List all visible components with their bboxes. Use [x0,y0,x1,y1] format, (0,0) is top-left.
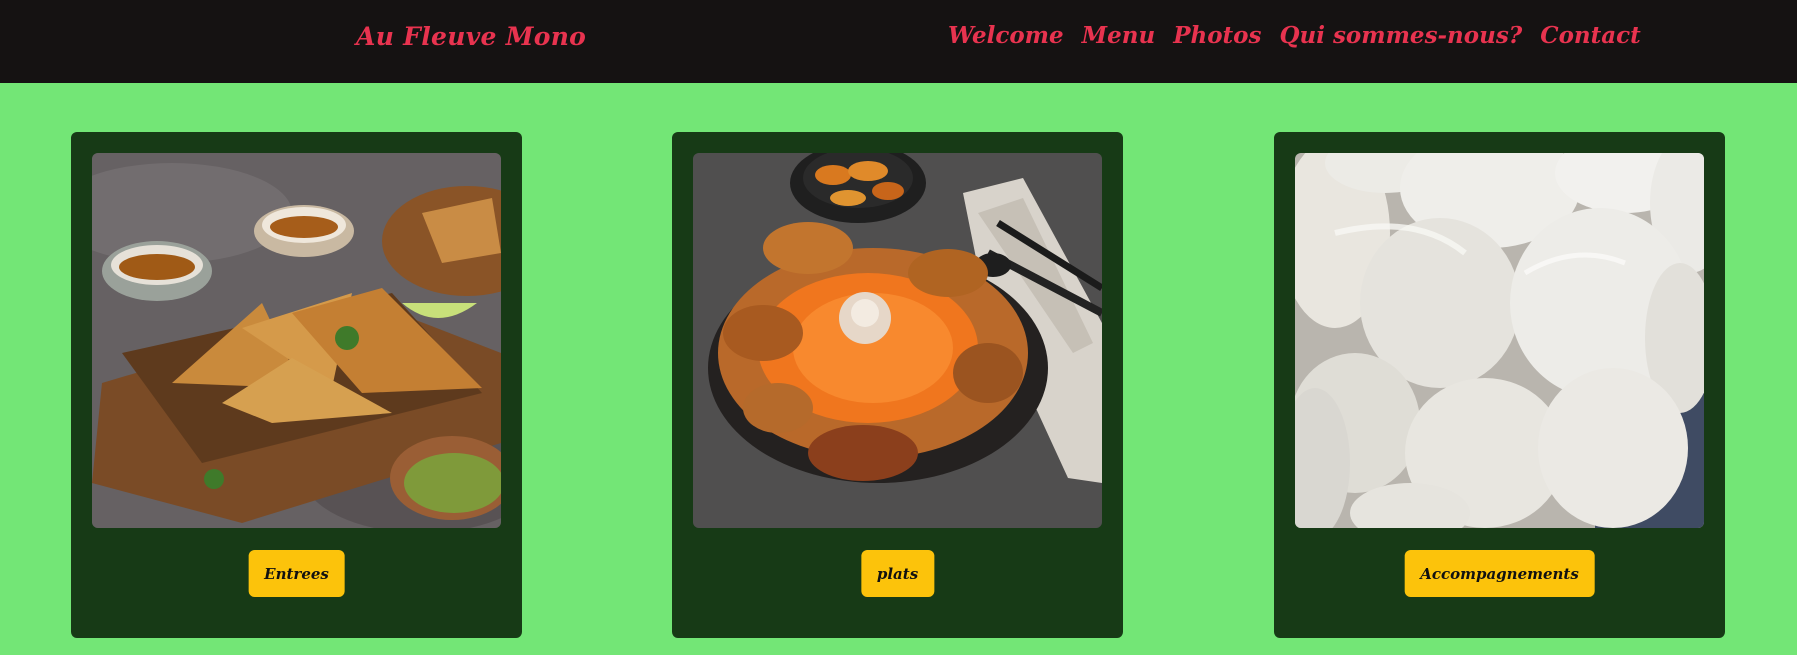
fufu-balls-photo [1295,153,1704,528]
brand-logo-link[interactable]: Au Fleuve Mono [356,22,586,51]
entrees-button[interactable]: Entrees [248,550,345,597]
top-navbar: Au Fleuve Mono Welcome Menu Photos Qui s… [0,0,1797,83]
main-nav: Welcome Menu Photos Qui sommes-nous? Con… [948,22,1641,49]
samosas-photo [92,153,501,528]
nav-contact[interactable]: Contact [1540,22,1641,49]
nav-menu[interactable]: Menu [1082,22,1156,49]
nav-photos[interactable]: Photos [1173,22,1261,49]
card-plats: plats [672,132,1123,638]
plats-button[interactable]: plats [860,550,935,597]
card-entrees: Entrees [71,132,522,638]
nav-welcome[interactable]: Welcome [948,22,1064,49]
nav-about[interactable]: Qui sommes-nous? [1279,22,1522,49]
accompagnements-button[interactable]: Accompagnements [1404,550,1595,597]
jollof-rice-chicken-photo [693,153,1102,528]
card-accompagnements: Accompagnements [1274,132,1725,638]
